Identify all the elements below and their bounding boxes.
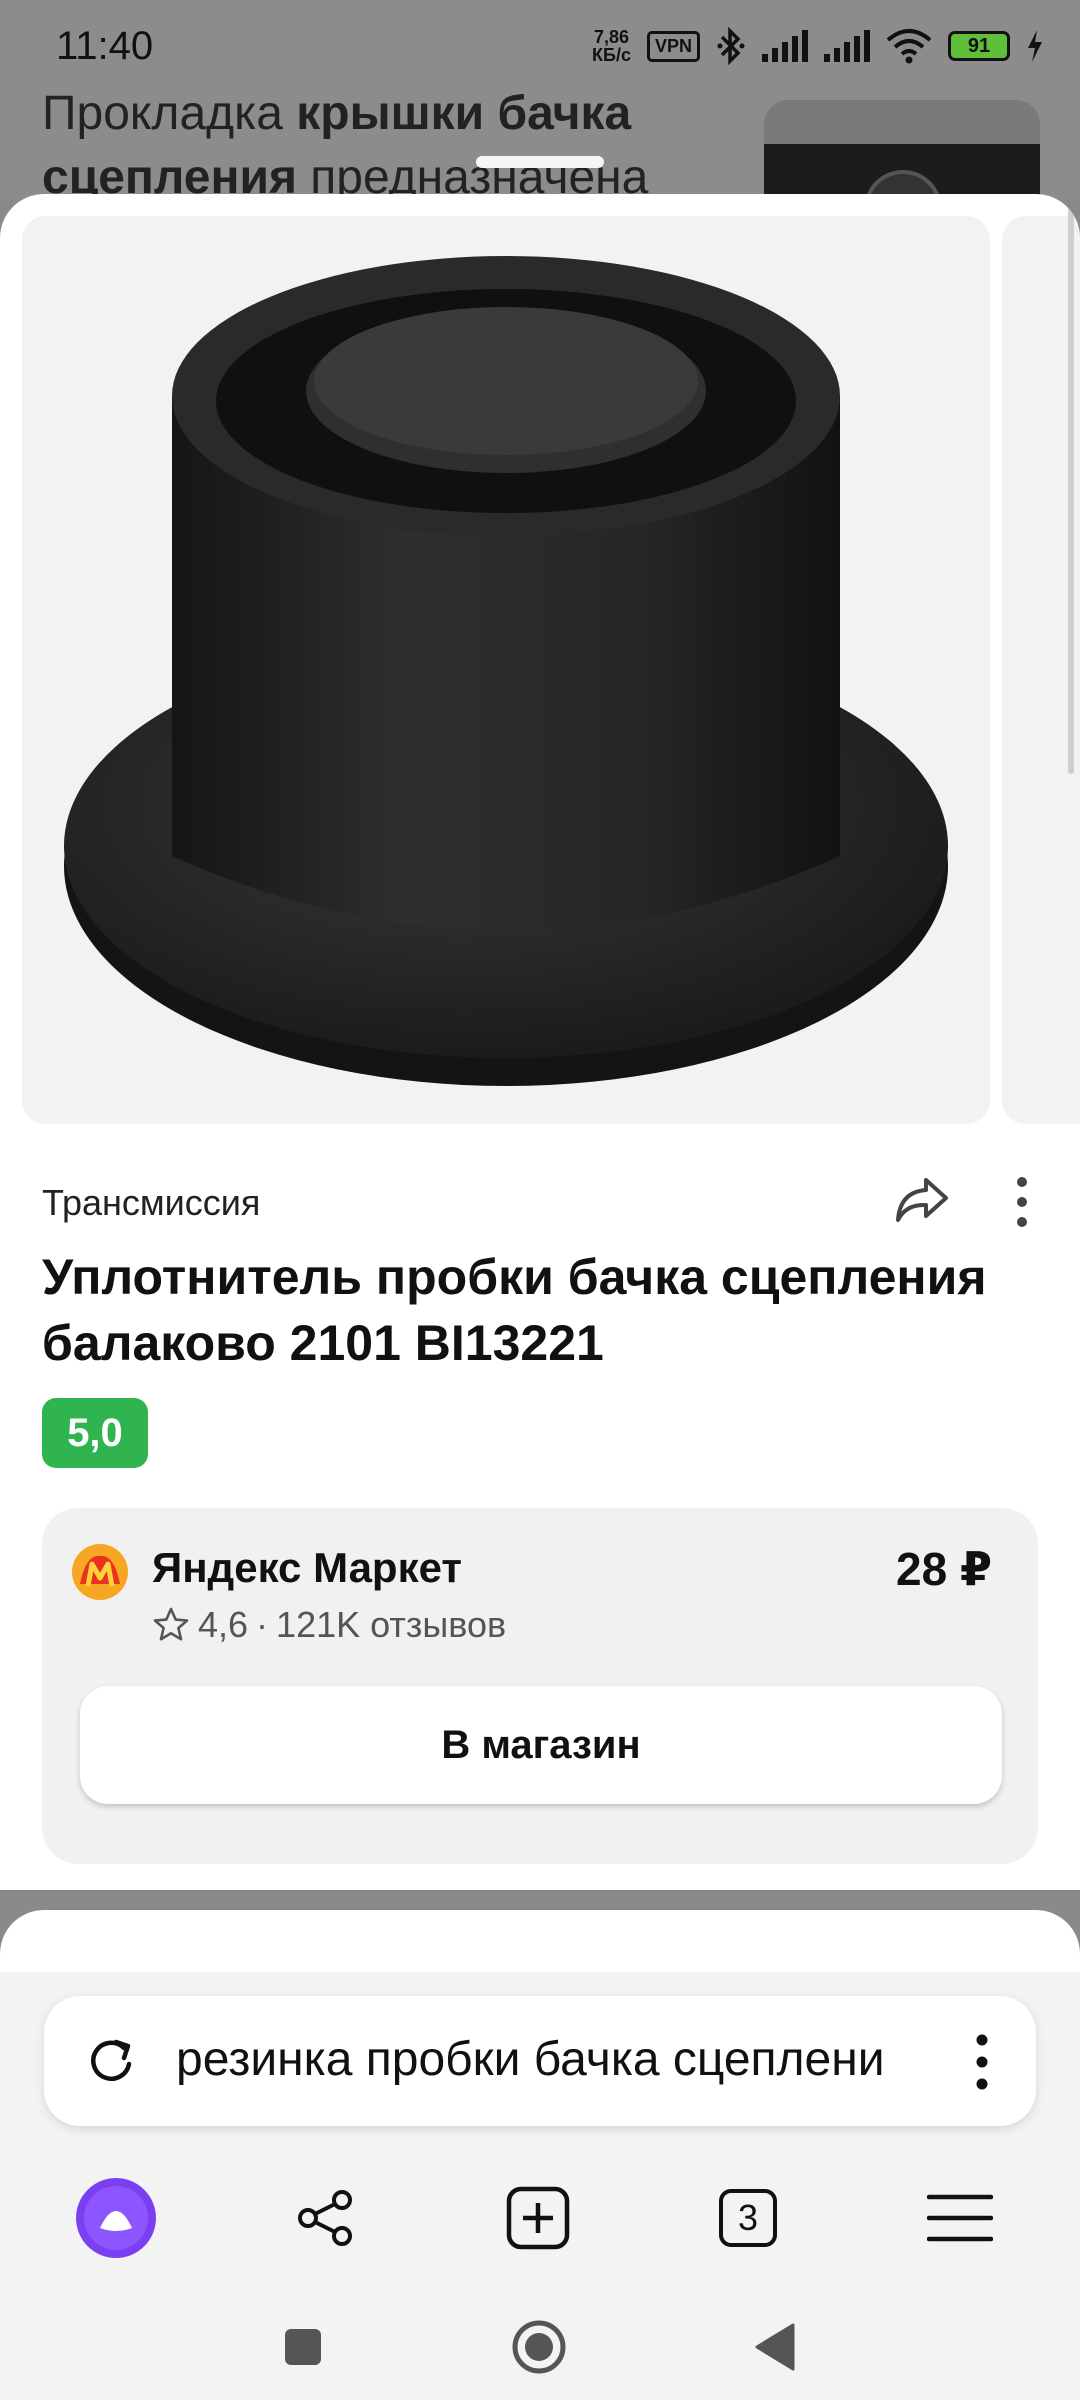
network-speed-value: 7,86 xyxy=(593,27,630,47)
product-sheet: Трансмиссия Уплотнитель пробки бачка сце… xyxy=(0,194,1080,1890)
shop-rating-value: 4,6 xyxy=(198,1604,249,1645)
browser-bottom-bar: резинка пробки бачка сцеплени 3 xyxy=(0,1972,1080,2400)
battery-icon: 91 xyxy=(948,31,1010,61)
plus-square-icon xyxy=(506,2186,570,2250)
network-speed: 7,86 КБ/с xyxy=(592,28,631,64)
background-snippet: Прокладка крышки бачка сцепления предназ… xyxy=(42,82,682,210)
omnibox[interactable]: резинка пробки бачка сцеплени xyxy=(44,1996,1036,2126)
recents-button[interactable] xyxy=(258,2302,348,2392)
alice-icon xyxy=(76,2178,156,2258)
system-nav-bar xyxy=(0,2278,1080,2400)
share-button[interactable] xyxy=(266,2158,386,2278)
reload-icon[interactable] xyxy=(84,2034,138,2088)
battery-level: 91 xyxy=(967,34,991,57)
star-icon xyxy=(153,1607,189,1641)
sheet-gap xyxy=(0,1890,1080,1912)
share-icon[interactable] xyxy=(892,1170,952,1230)
bluetooth-icon xyxy=(717,26,745,66)
alice-button[interactable] xyxy=(56,2158,176,2278)
shop-reviews-count: 121K отзывов xyxy=(276,1604,507,1645)
menu-button[interactable] xyxy=(900,2158,1020,2278)
shop-offer-card[interactable]: Яндекс Маркет 28 ₽ 4,6 · 121K отзывов В … xyxy=(42,1508,1038,1864)
search-query[interactable]: резинка пробки бачка сцеплени xyxy=(176,2032,956,2087)
charging-icon xyxy=(1028,30,1042,62)
separator-dot: · xyxy=(256,1604,269,1645)
yandex-market-logo-icon xyxy=(72,1544,128,1600)
new-tab-button[interactable] xyxy=(478,2158,598,2278)
snippet-text: Прокладка xyxy=(42,87,297,140)
product-image[interactable] xyxy=(22,216,990,1124)
omnibox-more-icon[interactable] xyxy=(972,2032,992,2092)
shop-name[interactable]: Яндекс Маркет xyxy=(152,1544,462,1592)
image-carousel[interactable] xyxy=(22,216,1080,1124)
network-speed-unit: КБ/с xyxy=(592,45,631,65)
shop-rating: 4,6 · 121K отзывов xyxy=(152,1604,506,1646)
home-button[interactable] xyxy=(494,2302,584,2392)
share-nodes-icon xyxy=(298,2190,352,2246)
category-row: Трансмиссия xyxy=(42,1170,1042,1230)
rating-badge: 5,0 xyxy=(42,1398,148,1468)
vpn-icon: VPN xyxy=(646,30,700,62)
status-icons: 7,86 КБ/с VPN 91 xyxy=(592,26,1044,66)
scrollbar[interactable] xyxy=(1068,194,1074,774)
signal-icon xyxy=(762,30,808,62)
status-time: 11:40 xyxy=(56,24,154,68)
tabs-count-icon: 3 xyxy=(719,2189,777,2247)
signal-icon-2 xyxy=(824,30,870,62)
browser-toolbar: 3 xyxy=(0,2158,1080,2278)
wifi-icon xyxy=(886,29,932,64)
home-circle-icon xyxy=(512,2320,566,2374)
rubber-seal-image xyxy=(64,256,948,1086)
tabs-button[interactable]: 3 xyxy=(688,2158,808,2278)
go-to-shop-button[interactable]: В магазин xyxy=(80,1686,1002,1804)
status-bar: 11:40 7,86 КБ/с VPN 91 xyxy=(0,0,1080,92)
product-title: Уплотнитель пробки бачка сцепления балак… xyxy=(42,1249,987,1371)
shop-price: 28 ₽ xyxy=(896,1543,992,1595)
square-recents-icon xyxy=(285,2329,321,2365)
back-triangle-icon xyxy=(755,2323,795,2371)
back-button[interactable] xyxy=(730,2302,820,2392)
hamburger-menu-icon xyxy=(927,2194,993,2242)
product-category: Трансмиссия xyxy=(42,1182,261,1223)
sheet-drag-handle[interactable] xyxy=(476,156,604,168)
more-options-icon[interactable] xyxy=(1002,1174,1042,1230)
